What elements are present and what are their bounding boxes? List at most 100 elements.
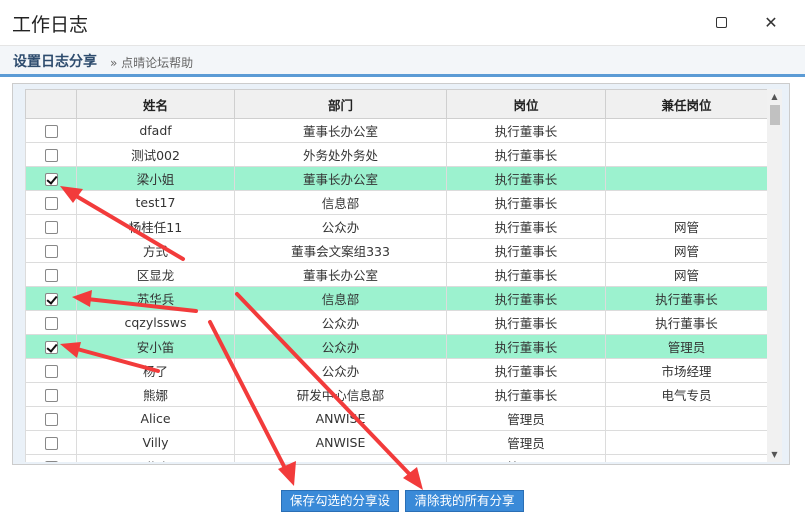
table-row[interactable]: 区显龙 董事长办公室 执行董事长 网管 xyxy=(25,262,767,287)
cell-select xyxy=(25,190,77,215)
cell-select xyxy=(25,430,77,455)
table-row[interactable]: dfadf 董事长办公室 执行董事长 xyxy=(25,118,767,143)
row-checkbox[interactable] xyxy=(44,221,58,234)
share-grid: 姓名 部门 岗位 兼任岗位 dfadf 董事长办公室 执行董事长 测试002 外务处外务… xyxy=(25,89,767,462)
footer-bar: 保存勾选的分享设置 清除我的所有分享 xyxy=(0,478,805,528)
cell-extra: 管理员 xyxy=(605,334,767,359)
cell-dept: 公众办 xyxy=(234,214,447,239)
cell-post: 管理员 xyxy=(446,406,606,431)
row-checkbox[interactable] xyxy=(44,269,58,282)
cell-select xyxy=(25,454,77,462)
row-checkbox[interactable] xyxy=(44,413,58,426)
row-checkbox[interactable] xyxy=(44,437,58,450)
vertical-scrollbar[interactable]: ▲ ▼ xyxy=(767,89,782,462)
row-checkbox[interactable] xyxy=(44,173,58,186)
cell-dept: ANWISE xyxy=(234,430,447,455)
cell-name: 杨了 xyxy=(76,358,235,383)
col-header-extra[interactable]: 兼任岗位 xyxy=(605,89,767,119)
row-checkbox[interactable] xyxy=(44,389,58,402)
cell-name: 区显龙 xyxy=(76,262,235,287)
save-share-button[interactable]: 保存勾选的分享设置 xyxy=(281,490,399,528)
cell-post: 管理员 xyxy=(446,430,606,455)
col-header-name[interactable]: 姓名 xyxy=(76,89,235,119)
cell-name: 测试002 xyxy=(76,142,235,167)
cell-post: 执行董事长 xyxy=(446,238,606,263)
cell-post: 执行董事长 xyxy=(446,358,606,383)
cell-extra xyxy=(605,454,767,462)
cell-extra: 执行董事长 xyxy=(605,286,767,311)
cell-post: 执行董事长 xyxy=(446,310,606,335)
title-bar: 工作日志 ✕ xyxy=(0,0,805,46)
table-row[interactable]: test17 信息部 执行董事长 xyxy=(25,190,767,215)
table-row[interactable]: OliviaANWISE管理员 xyxy=(25,454,767,462)
col-header-post[interactable]: 岗位 xyxy=(446,89,606,119)
cell-select xyxy=(25,262,77,287)
row-checkbox[interactable] xyxy=(44,461,58,462)
table-row[interactable]: 方式 董事会文案组333 执行董事长 网管 xyxy=(25,238,767,263)
cell-post: 执行董事长 xyxy=(446,382,606,407)
cell-name: 安小笛 xyxy=(76,334,235,359)
cell-name: Olivia xyxy=(76,454,235,462)
cell-extra xyxy=(605,406,767,431)
section-header: 设置日志分享 » 点晴论坛帮助 xyxy=(0,46,805,74)
scroll-down-icon[interactable]: ▼ xyxy=(767,447,782,462)
user-table: 姓名 部门 岗位 兼任岗位 dfadf 董事长办公室 执行董事长 测试002 外务处外务… xyxy=(25,89,767,462)
share-grid-panel: 姓名 部门 岗位 兼任岗位 dfadf 董事长办公室 执行董事长 测试002 外务处外务… xyxy=(12,83,790,465)
cell-name: 苏华兵 xyxy=(76,286,235,311)
row-checkbox[interactable] xyxy=(44,125,58,138)
cell-dept: 公众办 xyxy=(234,310,447,335)
row-checkbox[interactable] xyxy=(44,317,58,330)
table-row[interactable]: 苏华兵 信息部 执行董事长 执行董事长 xyxy=(25,286,767,311)
row-checkbox[interactable] xyxy=(44,245,58,258)
cell-select xyxy=(25,214,77,239)
cell-post: 执行董事长 xyxy=(446,214,606,239)
cell-post: 执行董事长 xyxy=(446,142,606,167)
table-row[interactable]: Alice ANWISE 管理员 xyxy=(25,406,767,431)
table-row[interactable]: 熊娜 研发中心信息部 执行董事长 电气专员 xyxy=(25,382,767,407)
table-row[interactable]: 测试002 外务处外务处 执行董事长 xyxy=(25,142,767,167)
cell-select xyxy=(25,286,77,311)
table-row[interactable]: 安小笛 公众办 执行董事长 管理员 xyxy=(25,334,767,359)
table-row[interactable]: Villy ANWISE 管理员 xyxy=(25,430,767,455)
cell-dept: ANWISE xyxy=(234,406,447,431)
window-title: 工作日志 xyxy=(12,14,89,36)
maximize-icon[interactable] xyxy=(710,12,732,34)
cell-extra: 网管 xyxy=(605,214,767,239)
col-header-select xyxy=(25,89,77,119)
cell-name: dfadf xyxy=(76,118,235,143)
cell-dept: 信息部 xyxy=(234,190,447,215)
cell-post: 执行董事长 xyxy=(446,334,606,359)
cell-extra xyxy=(605,190,767,215)
cell-select xyxy=(25,334,77,359)
cell-select xyxy=(25,358,77,383)
table-row[interactable]: 杨桂任11 公众办 执行董事长 网管 xyxy=(25,214,767,239)
scroll-up-icon[interactable]: ▲ xyxy=(767,89,782,104)
help-link[interactable]: » 点晴论坛帮助 xyxy=(110,54,193,71)
cell-dept: 董事长办公室 xyxy=(234,262,447,287)
close-icon[interactable]: ✕ xyxy=(760,12,782,34)
cell-dept: 研发中心信息部 xyxy=(234,382,447,407)
row-checkbox[interactable] xyxy=(44,293,58,306)
cell-select xyxy=(25,310,77,335)
cell-extra xyxy=(605,166,767,191)
row-checkbox[interactable] xyxy=(44,149,58,162)
col-header-dept[interactable]: 部门 xyxy=(234,89,447,119)
cell-name: 梁小姐 xyxy=(76,166,235,191)
cell-select xyxy=(25,118,77,143)
cell-select xyxy=(25,166,77,191)
clear-shares-button[interactable]: 清除我的所有分享 xyxy=(405,490,524,512)
cell-extra: 网管 xyxy=(605,238,767,263)
cell-name: 杨桂任11 xyxy=(76,214,235,239)
scroll-thumb[interactable] xyxy=(770,105,780,125)
row-checkbox[interactable] xyxy=(44,341,58,354)
cell-post: 执行董事长 xyxy=(446,286,606,311)
table-row[interactable]: 梁小姐 董事长办公室 执行董事长 xyxy=(25,166,767,191)
row-checkbox[interactable] xyxy=(44,365,58,378)
cell-select xyxy=(25,406,77,431)
cell-dept: ANWISE xyxy=(234,454,447,462)
cell-name: Alice xyxy=(76,406,235,431)
table-row[interactable]: 杨了 公众办 执行董事长 市场经理 xyxy=(25,358,767,383)
table-row[interactable]: cqzylssws 公众办 执行董事长 执行董事长 xyxy=(25,310,767,335)
cell-name: 熊娜 xyxy=(76,382,235,407)
row-checkbox[interactable] xyxy=(44,197,58,210)
